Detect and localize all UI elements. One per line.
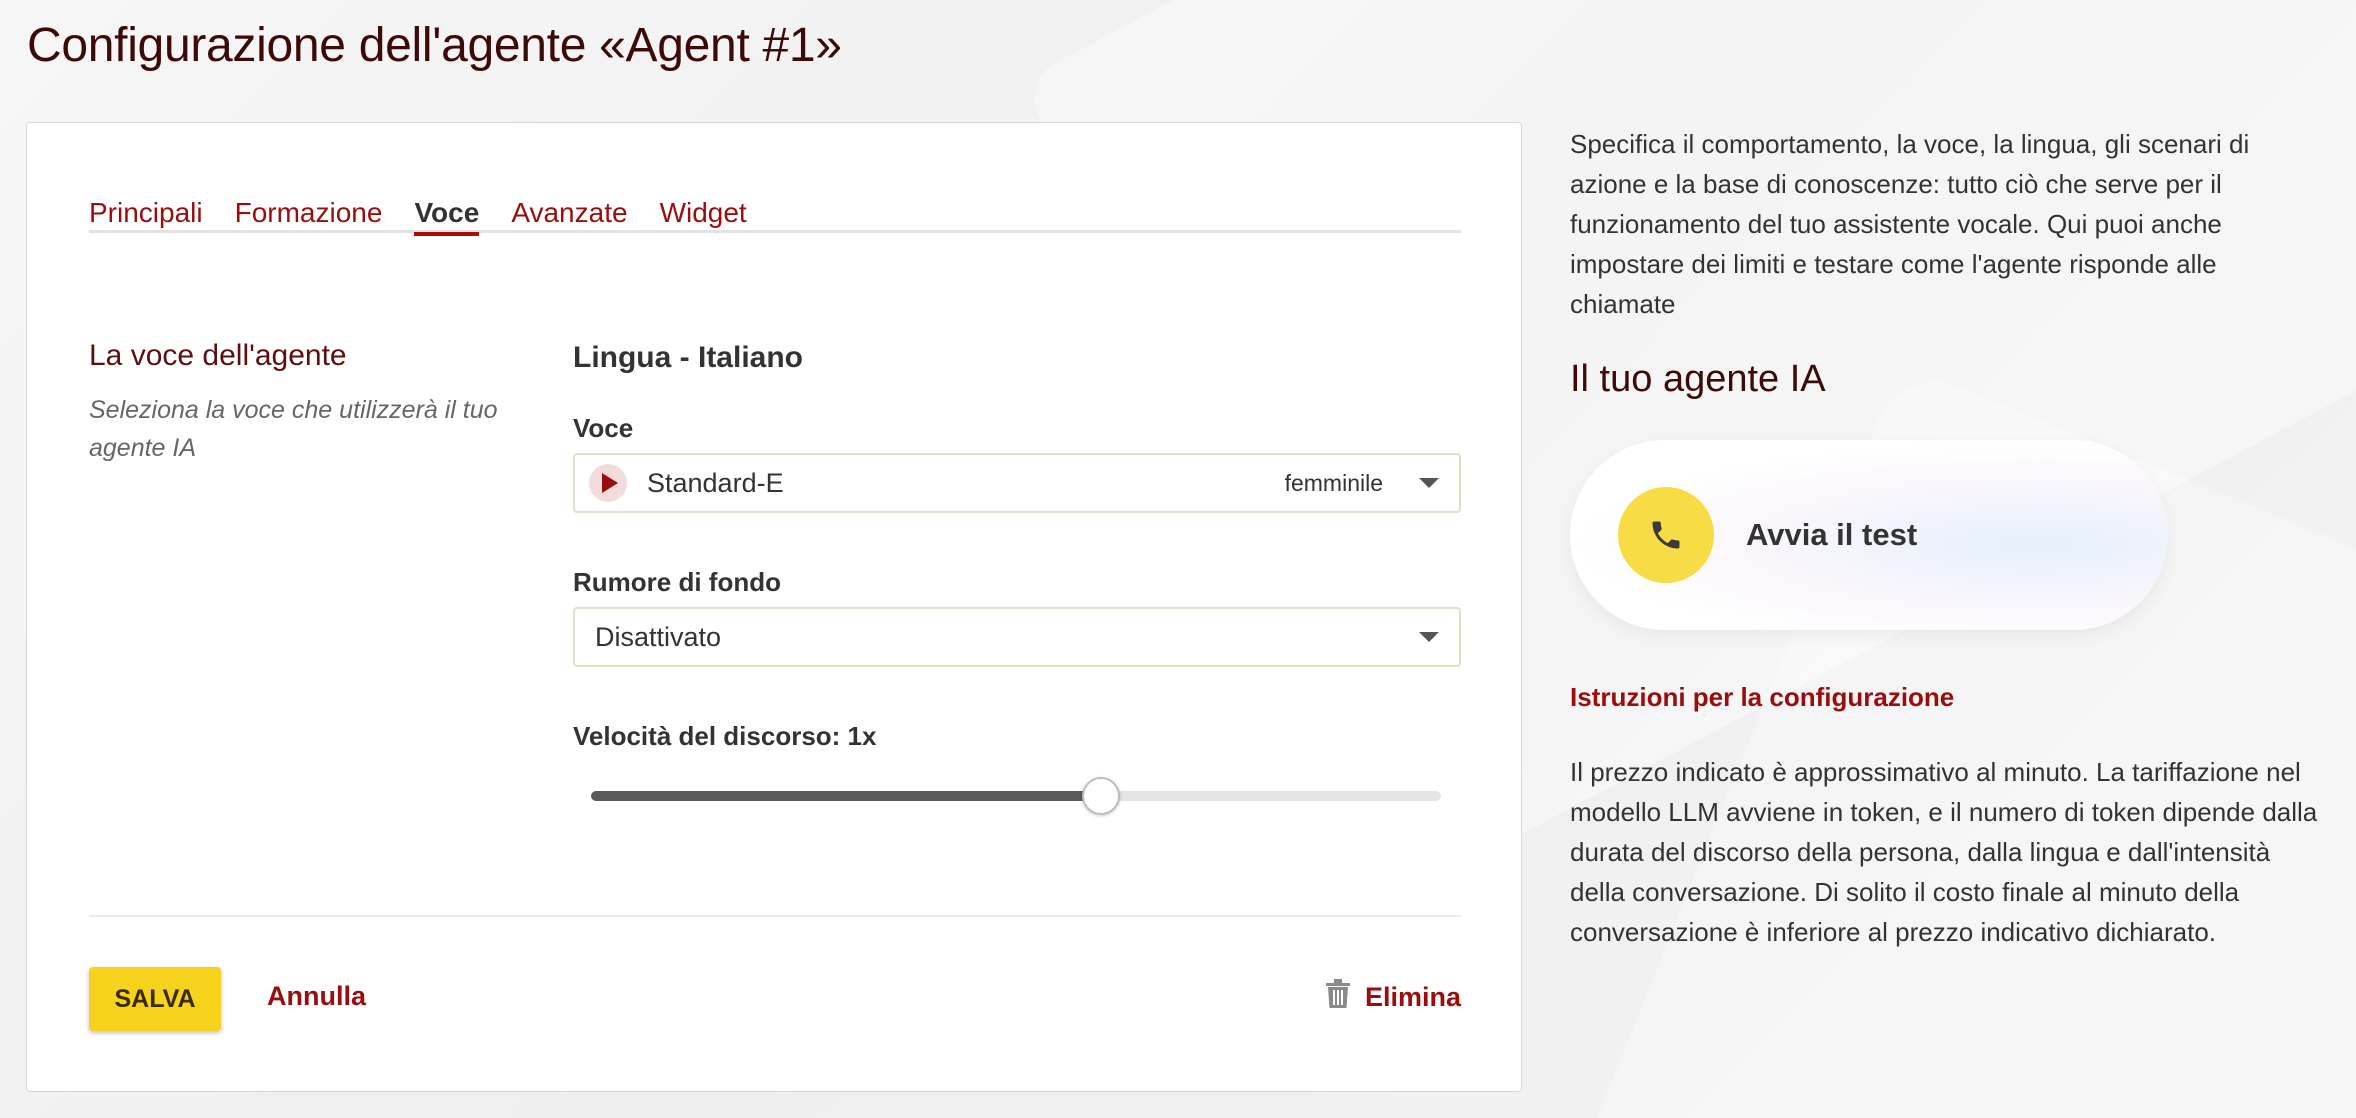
background-noise-select[interactable]: Disattivato xyxy=(573,607,1461,667)
breadcrumb-fragment xyxy=(160,0,300,4)
configuration-instructions-link[interactable]: Istruzioni per la configurazione xyxy=(1570,682,1954,713)
start-test-label: Avvia il test xyxy=(1746,517,1918,552)
footer-divider xyxy=(89,915,1461,917)
config-card: Principali Formazione Voce Avanzate Widg… xyxy=(26,122,1522,1092)
voice-select[interactable]: Standard-E femminile xyxy=(573,453,1461,513)
tab-avanzate[interactable]: Avanzate xyxy=(511,171,627,233)
voice-label: Voce xyxy=(573,413,634,443)
voice-section-title: La voce dell'agente xyxy=(89,339,347,372)
speech-speed-slider-fill xyxy=(591,791,1101,801)
tab-principali[interactable]: Principali xyxy=(89,171,203,233)
phone-icon xyxy=(1618,487,1714,583)
trash-icon xyxy=(1325,979,1351,1016)
save-button[interactable]: SALVA xyxy=(89,967,221,1031)
speech-speed-slider-thumb[interactable] xyxy=(1082,777,1120,815)
speech-speed-slider[interactable] xyxy=(591,777,1441,815)
voice-gender-label: femminile xyxy=(1284,469,1383,496)
agent-title: Il tuo agente IA xyxy=(1570,358,1826,400)
price-note: Il prezzo indicato è approssimativo al m… xyxy=(1570,757,2318,947)
tab-formazione[interactable]: Formazione xyxy=(235,171,383,233)
tab-bar: Principali Formazione Voce Avanzate Widg… xyxy=(89,171,1461,236)
background-noise-value: Disattivato xyxy=(595,621,722,652)
voice-select-value: Standard-E xyxy=(647,467,784,498)
page-title: Configurazione dell'agente «Agent #1» xyxy=(27,19,842,72)
speech-speed-label: Velocità del discorso: 1x xyxy=(573,721,877,751)
config-description: Specifica il comportamento, la voce, la … xyxy=(1570,129,2250,319)
delete-label: Elimina xyxy=(1364,982,1461,1012)
language-title: Lingua - Italiano xyxy=(573,341,803,374)
chevron-down-icon xyxy=(1419,632,1439,642)
cancel-button[interactable]: Annulla xyxy=(267,981,366,1012)
delete-button[interactable]: Elimina xyxy=(1325,979,1461,1016)
chevron-down-icon xyxy=(1419,478,1439,488)
background-noise-label: Rumore di fondo xyxy=(573,567,781,597)
play-icon[interactable] xyxy=(589,464,627,502)
start-test-button[interactable]: Avvia il test xyxy=(1570,440,2168,630)
voice-section-description: Seleziona la voce che utilizzerà il tuo … xyxy=(89,396,498,462)
tab-widget[interactable]: Widget xyxy=(660,171,747,233)
tab-voce[interactable]: Voce xyxy=(414,171,479,236)
